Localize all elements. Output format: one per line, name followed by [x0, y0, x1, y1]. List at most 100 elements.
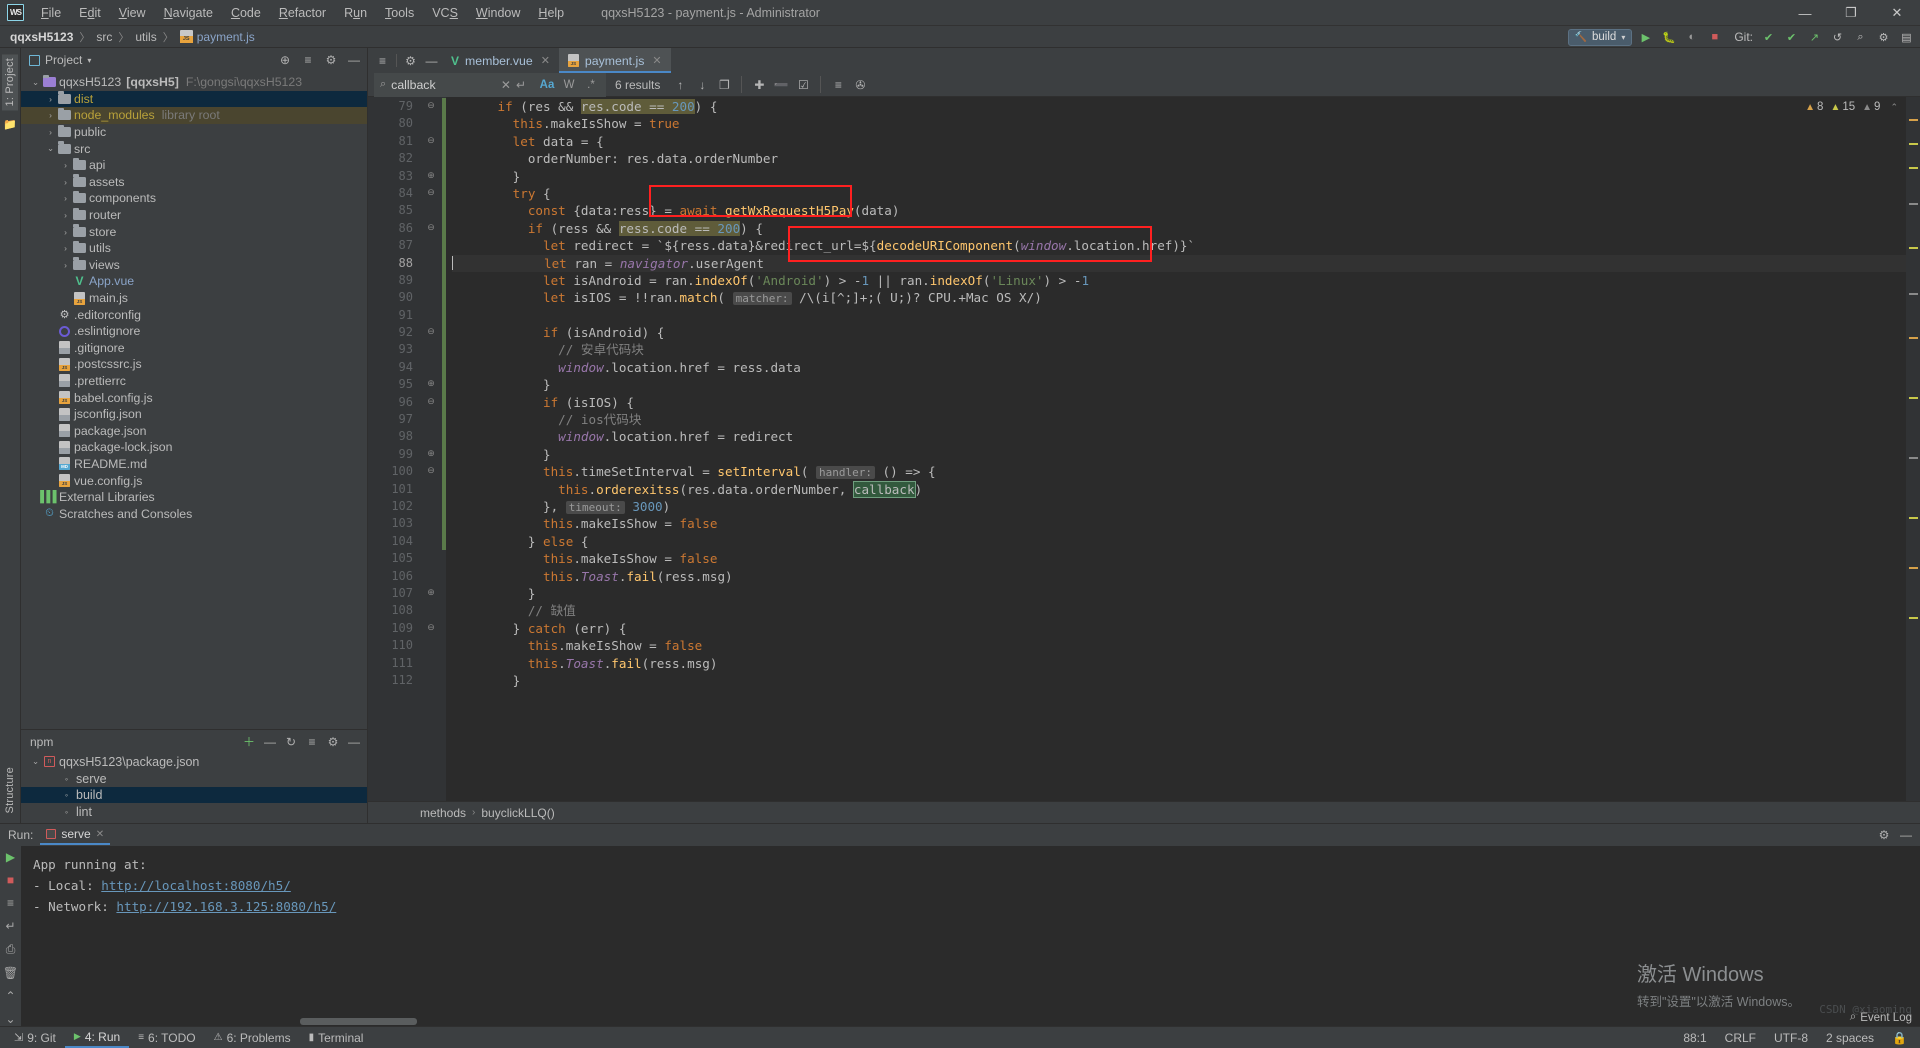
regex-toggle[interactable]: .* — [580, 75, 602, 95]
project-tree-item[interactable]: › views — [21, 257, 367, 274]
status-git[interactable]: ⇲ 9: Git — [5, 1031, 65, 1045]
npm-settings-icon[interactable]: ⚙ — [324, 733, 342, 751]
print-icon[interactable]: ⎙ — [6, 942, 16, 957]
editor-settings-icon[interactable]: ⚙ — [400, 48, 421, 73]
project-tree-item[interactable]: package.json — [21, 422, 367, 439]
fold-toggle-icon[interactable]: ⊖ — [420, 462, 442, 479]
menu-help[interactable]: Help — [529, 3, 573, 23]
breadcrumb-methods[interactable]: methods — [420, 806, 466, 820]
code-line[interactable]: }, timeout: 3000) — [452, 498, 1920, 515]
npm-remove-icon[interactable]: — — [261, 733, 279, 751]
status-line-separator[interactable]: CRLF — [1716, 1031, 1765, 1045]
search-input[interactable]: callback — [391, 78, 496, 92]
breadcrumb-function[interactable]: buyclickLLQ() — [481, 806, 554, 820]
code-line[interactable]: if (isIOS) { — [452, 394, 1920, 411]
chevron-up-icon[interactable]: ⌃ — [1890, 102, 1898, 113]
remove-occurrence-icon[interactable]: ➖ — [770, 75, 792, 95]
code-line[interactable]: } — [452, 376, 1920, 393]
menu-refactor[interactable]: Refactor — [270, 3, 335, 23]
fold-toggle-icon[interactable]: ⊖ — [420, 393, 442, 410]
close-icon[interactable]: ✕ — [541, 54, 550, 67]
project-tree-item[interactable]: › store — [21, 223, 367, 240]
code-line[interactable]: } — [452, 585, 1920, 602]
find-previous-icon[interactable]: ↑ — [669, 75, 691, 95]
project-tree-item[interactable]: › node_modules library root — [21, 107, 367, 124]
code-line[interactable]: } — [452, 168, 1920, 185]
tab-payment-js[interactable]: payment.js ✕ — [558, 48, 671, 73]
project-tree-item[interactable]: .gitignore — [21, 340, 367, 357]
run-settings-icon[interactable]: ⚙ — [1875, 826, 1893, 844]
project-tree-item[interactable]: › assets — [21, 174, 367, 191]
code-text[interactable]: if (res && res.code == 200) { this.makeI… — [446, 97, 1920, 801]
project-tree-item[interactable]: main.js — [21, 290, 367, 307]
menu-navigate[interactable]: Navigate — [155, 3, 222, 23]
git-push-button[interactable]: ↗ — [1805, 28, 1824, 47]
code-line[interactable]: // ios代码块 — [452, 411, 1920, 428]
project-tree-item[interactable]: ⏲ Scratches and Consoles — [21, 505, 367, 522]
tab-member-vue[interactable]: V member.vue ✕ — [442, 48, 559, 73]
status-caret-position[interactable]: 88:1 — [1674, 1031, 1715, 1045]
stop-icon[interactable]: ■ — [7, 873, 14, 887]
project-tree-item[interactable]: .postcssrc.js — [21, 356, 367, 373]
fold-toggle-icon[interactable]: ⊕ — [420, 445, 442, 462]
minimize-button[interactable]: — — [1782, 0, 1828, 26]
npm-hide-icon[interactable]: — — [345, 733, 363, 751]
expand-arrow-icon[interactable]: ⌄ — [44, 143, 57, 154]
menu-view[interactable]: View — [110, 3, 155, 23]
npm-add-icon[interactable]: ＋ — [240, 733, 258, 751]
code-line[interactable]: } else { — [452, 533, 1920, 550]
code-line[interactable]: if (ress && ress.code == 200) { — [452, 220, 1920, 237]
fold-toggle-icon[interactable]: ⊖ — [420, 184, 442, 201]
npm-refresh-icon[interactable]: ↻ — [282, 733, 300, 751]
npm-script-item[interactable]: ◦ lint — [21, 803, 367, 820]
breadcrumb-project[interactable]: qqxsH5123 — [10, 30, 73, 44]
code-folding-column[interactable]: ⊖ ⊖ ⊕ ⊖ ⊖ ⊖ ⊕ ⊖ ⊕ ⊖ ⊕ ⊖ — [420, 97, 442, 801]
project-tree-item[interactable]: jsconfig.json — [21, 406, 367, 423]
project-tree-item[interactable]: › api — [21, 157, 367, 174]
close-icon[interactable]: ✕ — [96, 829, 104, 840]
code-line[interactable]: let isIOS = !!ran.match( matcher: /\(i[^… — [452, 289, 1920, 306]
status-encoding[interactable]: UTF-8 — [1765, 1031, 1817, 1045]
scroll-up-icon[interactable]: ⌃ — [5, 989, 15, 1003]
collapse-all-icon[interactable]: ≡ — [299, 51, 317, 69]
expand-arrow-icon[interactable]: › — [59, 260, 72, 270]
menu-vcs[interactable]: VCS — [423, 3, 467, 23]
breadcrumb-utils[interactable]: utils — [135, 30, 156, 44]
code-line[interactable]: let isAndroid = ran.indexOf('Android') >… — [452, 272, 1920, 289]
find-input-wrap[interactable]: ⌕ callback ✕ ↵ — [374, 72, 532, 97]
project-tree-item[interactable]: ⌄ qqxsH5123 [qqxsH5] F:\gongsi\qqxsH5123 — [21, 74, 367, 91]
code-line[interactable]: this.makeIsShow = true — [452, 115, 1920, 132]
debug-button[interactable]: 🐛 — [1659, 28, 1678, 47]
code-line[interactable]: this.Toast.fail(ress.msg) — [452, 568, 1920, 585]
project-tree-item[interactable]: .prettierrc — [21, 373, 367, 390]
status-indent[interactable]: 2 spaces — [1817, 1031, 1883, 1045]
status-problems[interactable]: ⚠ 6: Problems — [205, 1031, 300, 1045]
code-line[interactable]: } — [452, 446, 1920, 463]
status-lock-icon[interactable]: 🔒 — [1883, 1031, 1916, 1045]
project-tree-item[interactable]: .eslintignore — [21, 323, 367, 340]
expand-arrow-icon[interactable]: › — [44, 94, 57, 104]
panel-settings-icon[interactable]: ⚙ — [322, 51, 340, 69]
expand-arrow-icon[interactable]: › — [44, 110, 57, 120]
scroll-down-icon[interactable]: ⌄ — [5, 1012, 15, 1026]
code-line[interactable]: this.makeIsShow = false — [452, 550, 1920, 567]
fold-toggle-icon[interactable]: ⊕ — [420, 375, 442, 392]
code-line[interactable]: let data = { — [452, 133, 1920, 150]
code-line[interactable]: if (isAndroid) { — [452, 324, 1920, 341]
expand-arrow-icon[interactable]: › — [59, 160, 72, 170]
local-url-link[interactable]: http://localhost:8080/h5/ — [101, 878, 291, 893]
project-tree-item[interactable]: › router — [21, 207, 367, 224]
inspection-scrollbar[interactable] — [1906, 97, 1920, 801]
project-tree-item[interactable]: ⌄ src — [21, 140, 367, 157]
select-all-occurrences-icon[interactable]: ❐ — [713, 75, 735, 95]
status-run[interactable]: ▶ 4: Run — [64, 1028, 130, 1048]
select-all-matches-icon[interactable]: ☑ — [792, 75, 814, 95]
project-tree[interactable]: ⌄ qqxsH5123 [qqxsH5] F:\gongsi\qqxsH5123 › di… — [21, 72, 367, 729]
soft-wrap-icon[interactable]: ↵ — [5, 919, 15, 933]
breadcrumb-src[interactable]: src — [96, 30, 112, 44]
inspection-summary[interactable]: ▲ 8 ▲ 15 ▲ 9 ⌃ — [1805, 101, 1898, 113]
filter-lines-icon[interactable]: ≡ — [827, 75, 849, 95]
expand-arrow-icon[interactable]: › — [59, 177, 72, 187]
run-configuration-selector[interactable]: 🔨 build ▾ — [1567, 28, 1633, 46]
fold-toggle-icon[interactable]: ⊖ — [420, 619, 442, 636]
